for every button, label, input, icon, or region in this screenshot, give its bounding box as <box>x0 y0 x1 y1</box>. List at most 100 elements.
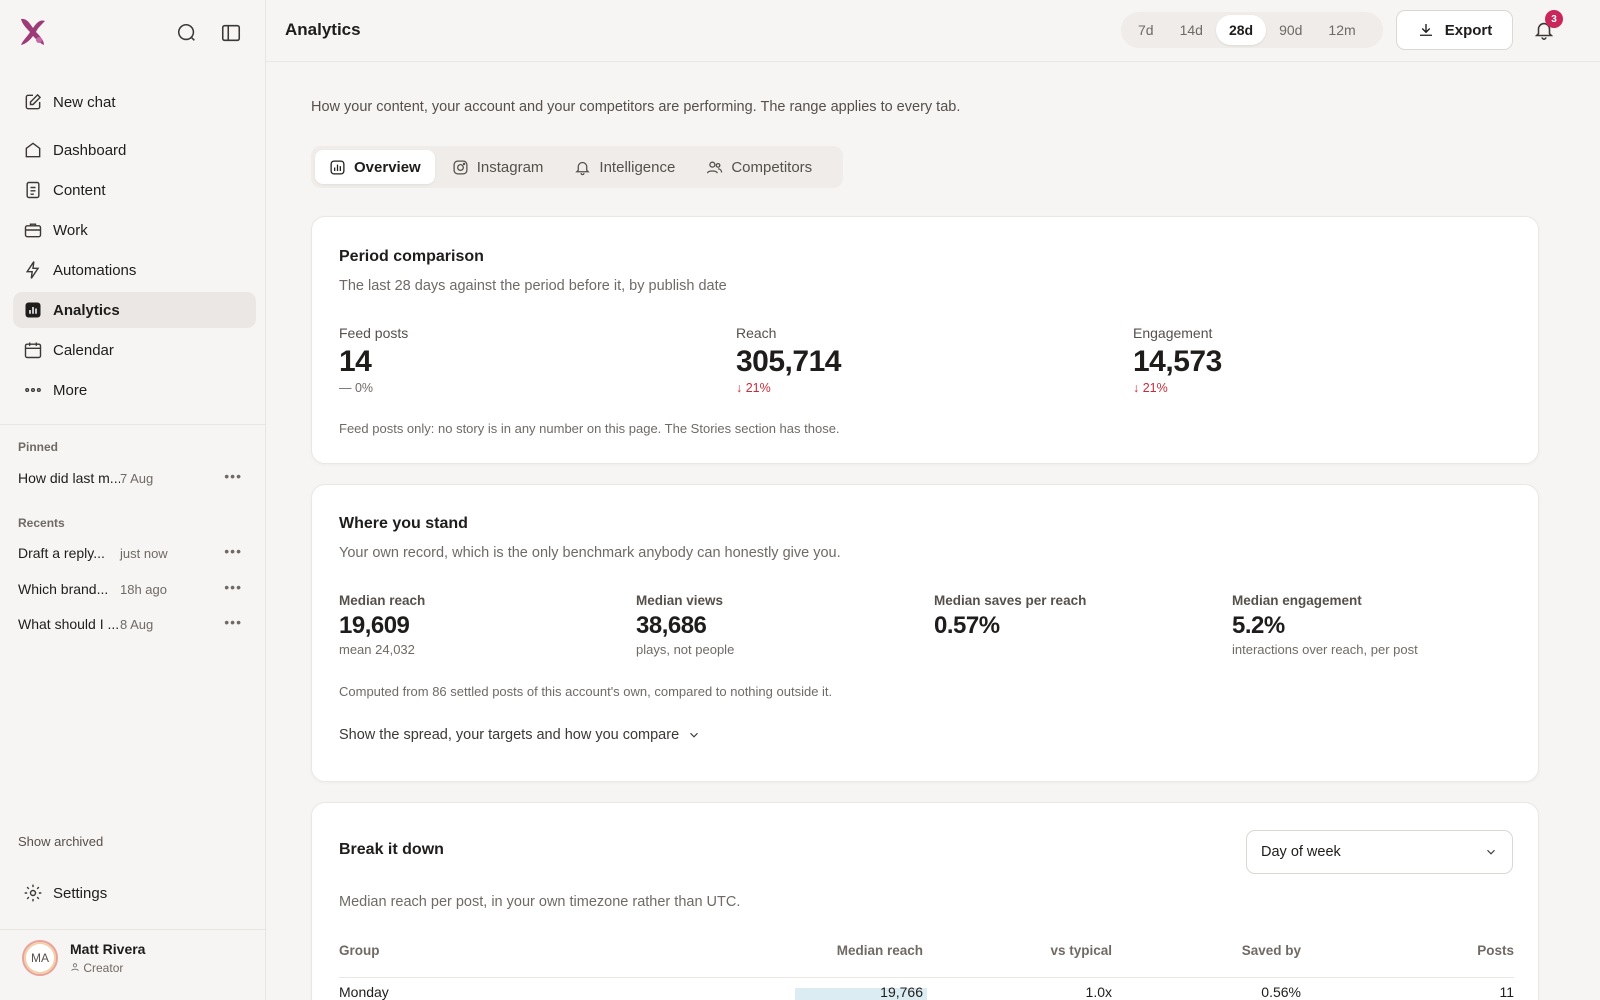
stat-value: 0.57% <box>934 612 1000 639</box>
card-title: Period comparison <box>339 248 484 265</box>
table-row[interactable]: Monday 19,766 1.0x 0.56% 11 <box>339 977 1514 1000</box>
card-subtitle: The last 28 days against the period befo… <box>339 278 727 294</box>
stat-value: 305,714 <box>736 345 841 378</box>
chat-date: 8 Aug <box>120 616 154 632</box>
break-it-down-card: Break it down Day of week Median reach p… <box>311 802 1539 1000</box>
tab-label: Competitors <box>731 158 813 176</box>
brand-logo-icon[interactable] <box>17 16 49 48</box>
stat-label: Median views <box>636 593 724 608</box>
tab-overview[interactable]: Overview <box>315 150 435 184</box>
nav-work[interactable]: Work <box>13 212 256 248</box>
tab-intelligence[interactable]: Intelligence <box>560 150 689 184</box>
stat-delta: ↓ 21% <box>736 381 771 395</box>
stat-delta: — 0% <box>339 381 374 395</box>
more-options-icon[interactable]: ••• <box>224 614 242 630</box>
export-label: Export <box>1444 21 1493 39</box>
nav-label: Work <box>53 221 88 239</box>
column-header[interactable]: Group <box>339 943 380 958</box>
where-you-stand-card: Where you stand Your own record, which i… <box>311 484 1539 782</box>
stat-label: Median saves per reach <box>934 593 1087 608</box>
nav-content[interactable]: Content <box>13 172 256 208</box>
table-header: Group Median reach vs typical Saved by P… <box>339 943 1514 965</box>
nav-calendar[interactable]: Calendar <box>13 332 256 368</box>
export-button[interactable]: Export <box>1396 10 1513 50</box>
stat-engagement: Engagement 14,573 ↓ 21% <box>1133 325 1222 395</box>
select-value: Day of week <box>1261 844 1341 860</box>
row-median-reach: 19,766 <box>880 984 923 1000</box>
briefcase-icon <box>23 220 43 240</box>
tab-label: Instagram <box>476 158 544 176</box>
chat-date: 18h ago <box>120 581 167 597</box>
chat-date: just now <box>120 545 168 561</box>
pinned-chat-item[interactable]: How did last m... 7 Aug ••• <box>18 466 248 490</box>
recent-chat-item[interactable]: Which brand... 18h ago ••• <box>18 577 248 601</box>
row-posts: 11 <box>1499 984 1514 1000</box>
user-role: Creator <box>70 961 145 975</box>
recent-chat-item[interactable]: What should I ... 8 Aug ••• <box>18 612 248 636</box>
chat-title: What should I ... <box>18 616 120 632</box>
recents-label: Recents <box>18 516 65 530</box>
period-comparison-card: Period comparison The last 28 days again… <box>311 216 1539 464</box>
column-header[interactable]: Median reach <box>837 943 923 958</box>
column-header[interactable]: Posts <box>1477 943 1514 958</box>
column-header[interactable]: vs typical <box>1050 943 1112 958</box>
more-options-icon[interactable]: ••• <box>224 579 242 595</box>
stat-median-saves: Median saves per reach 0.57% <box>934 593 1086 642</box>
top-bar: Analytics 7d 14d 28d 90d 12m Export 3 <box>266 0 1600 62</box>
show-archived-link[interactable]: Show archived <box>18 834 103 849</box>
show-spread-toggle[interactable]: Show the spread, your targets and how yo… <box>339 727 701 743</box>
nav-automations[interactable]: Automations <box>13 252 256 288</box>
range-12m[interactable]: 12m <box>1315 15 1368 45</box>
sidebar: New chat Dashboard Content Work Automati… <box>0 0 266 1000</box>
search-icon[interactable] <box>176 22 198 44</box>
download-icon <box>1417 21 1435 39</box>
bolt-icon <box>23 260 43 280</box>
tab-instagram[interactable]: Instagram <box>438 150 558 184</box>
nav-label: Content <box>53 181 106 199</box>
page-intro: How your content, your account and your … <box>311 99 961 115</box>
nav-dashboard[interactable]: Dashboard <box>13 132 256 168</box>
stat-value: 14 <box>339 345 372 378</box>
user-icon <box>71 963 79 971</box>
chevron-down-icon <box>687 728 701 742</box>
stat-label: Median reach <box>339 593 426 608</box>
recent-chat-item[interactable]: Draft a reply... just now ••• <box>18 541 248 565</box>
range-28d[interactable]: 28d <box>1215 15 1267 45</box>
more-options-icon[interactable]: ••• <box>224 468 242 484</box>
card-footnote: Computed from 86 settled posts of this a… <box>339 684 833 699</box>
stat-label: Engagement <box>1133 325 1213 341</box>
bar-chart-icon <box>329 159 346 176</box>
chat-date: 7 Aug <box>120 470 154 486</box>
more-options-icon[interactable]: ••• <box>224 543 242 559</box>
nav-analytics[interactable]: Analytics <box>13 292 256 328</box>
range-7d[interactable]: 7d <box>1125 15 1167 45</box>
stat-value: 19,609 <box>339 612 410 639</box>
users-icon <box>706 159 723 176</box>
nav-label: Calendar <box>53 341 114 359</box>
page-title: Analytics <box>285 20 361 39</box>
user-name: Matt Rivera <box>70 941 146 957</box>
range-90d[interactable]: 90d <box>1266 15 1315 45</box>
avatar: MA <box>22 940 58 976</box>
user-role-label: Creator <box>83 961 124 975</box>
nav-label: Dashboard <box>53 141 127 159</box>
nav-new-chat[interactable]: New chat <box>13 84 256 120</box>
nav-settings[interactable]: Settings <box>13 875 256 911</box>
chat-title: How did last m... <box>18 470 120 486</box>
stat-median-reach: Median reach 19,609 mean 24,032 <box>339 593 425 657</box>
nav-more[interactable]: More <box>13 372 256 408</box>
instagram-icon <box>452 159 469 176</box>
range-14d[interactable]: 14d <box>1167 15 1216 45</box>
card-title: Break it down <box>339 841 444 858</box>
tab-label: Intelligence <box>599 158 676 176</box>
tab-competitors[interactable]: Competitors <box>692 150 826 184</box>
group-by-select[interactable]: Day of week <box>1246 830 1513 874</box>
tab-label: Overview <box>354 158 421 176</box>
sidebar-toggle-icon[interactable] <box>220 22 242 44</box>
card-subtitle: Your own record, which is the only bench… <box>339 545 841 561</box>
user-profile[interactable]: MA Matt Rivera Creator <box>22 940 145 976</box>
column-header[interactable]: Saved by <box>1242 943 1301 958</box>
nav-label: Settings <box>53 884 108 902</box>
more-icon <box>23 380 43 400</box>
analytics-icon <box>23 300 43 320</box>
